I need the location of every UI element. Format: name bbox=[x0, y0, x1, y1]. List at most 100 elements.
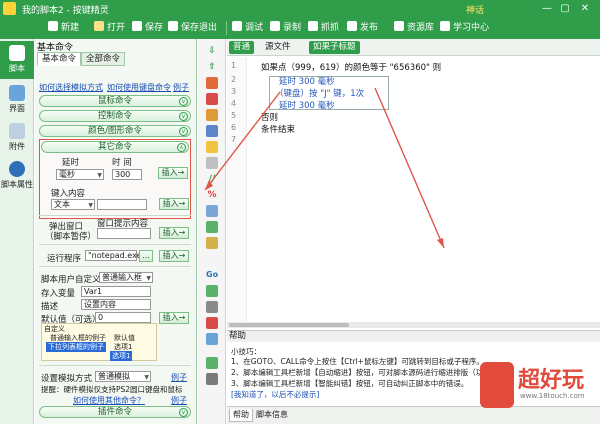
command-panel: 基本命令 基本命令 全部命令 如何选择模拟方式 如何使用键盘命令 例子 鼠标命令… bbox=[35, 39, 197, 424]
record-icon bbox=[270, 21, 280, 31]
left-nav: 脚本 界面 附件 脚本属性 bbox=[0, 39, 34, 424]
user-define-select[interactable]: 普通输入框 ▼ bbox=[99, 272, 153, 283]
record-button[interactable]: 录制 bbox=[270, 20, 301, 36]
copy-icon[interactable] bbox=[206, 125, 218, 137]
chevron-down-icon: ∨ bbox=[179, 408, 188, 417]
help-tip-line: 1、在GOTO、CALL命令上按住【Ctrl+鼠标左键】可跳转到目标或子程序。 bbox=[231, 357, 484, 366]
other-commands-button[interactable]: 其它命令 ∧ bbox=[41, 141, 189, 153]
tab-basic-commands[interactable]: 基本命令 bbox=[37, 52, 82, 66]
tab-normal-view[interactable]: 普通 bbox=[229, 41, 255, 54]
code-line[interactable]: 条件结束 bbox=[261, 123, 295, 135]
image-icon[interactable] bbox=[206, 357, 218, 369]
grab-icon bbox=[308, 21, 318, 31]
save-exit-button[interactable]: 保存退出 bbox=[168, 20, 217, 36]
save-var-input[interactable]: Var1 bbox=[81, 286, 151, 297]
script-editor[interactable]: 1 2 3 4 5 6 7 如果点（999，619）的颜色等于 "656360"… bbox=[227, 57, 600, 322]
control-commands-button[interactable]: 控制命令 ∨ bbox=[39, 110, 191, 122]
code-line[interactable]: （键盘）按 "J" 键，1次 bbox=[275, 87, 364, 99]
insert-user-define-button[interactable]: 插入→ bbox=[159, 312, 189, 324]
popup-content-input[interactable] bbox=[97, 228, 151, 239]
delay-unit-select[interactable]: 毫秒 ▼ bbox=[56, 169, 104, 180]
link-example[interactable]: 例子 bbox=[173, 82, 189, 93]
desc-input[interactable]: 设置内容 bbox=[81, 299, 151, 310]
line-number: 6 bbox=[231, 123, 237, 132]
key-input-field[interactable] bbox=[97, 199, 147, 210]
code-line[interactable]: 延时 300 毫秒 bbox=[279, 75, 335, 87]
link-keyboard-cmd[interactable]: 如何使用键盘命令 bbox=[107, 82, 171, 93]
save-button[interactable]: 保存 bbox=[132, 20, 163, 36]
chevron-up-icon: ∧ bbox=[177, 143, 186, 152]
comment-icon[interactable]: // bbox=[206, 173, 218, 185]
plugin-help-link[interactable]: 如何使用其他命令？ bbox=[73, 395, 145, 406]
dismiss-tip-link[interactable]: [我知道了，以后不必提示] bbox=[231, 389, 319, 400]
tab-help[interactable]: 帮助 bbox=[229, 409, 253, 422]
run-program-input[interactable]: "notepad.exe" bbox=[85, 250, 145, 261]
minimize-button[interactable]: — bbox=[540, 2, 554, 15]
tab-source-view[interactable]: 源文件 bbox=[261, 41, 295, 54]
plugin-commands-button[interactable]: 插件命令 ∨ bbox=[39, 406, 191, 418]
sim-mode-example-link[interactable]: 例子 bbox=[171, 372, 187, 383]
delay-time-input[interactable]: 300 bbox=[112, 169, 142, 180]
undo-icon[interactable] bbox=[206, 109, 218, 121]
divider bbox=[39, 365, 191, 366]
browse-button[interactable]: ... bbox=[139, 250, 153, 262]
tab-all-commands[interactable]: 全部命令 bbox=[81, 52, 126, 66]
insert-popup-button[interactable]: 插入→ bbox=[159, 227, 189, 239]
help-tip-line: 3、脚本编辑工具栏新增【智能纠错】按钮，可自动纠正脚本中的错误。 bbox=[231, 379, 469, 388]
open-button[interactable]: 打开 bbox=[94, 20, 125, 36]
uncomment-icon[interactable]: % bbox=[206, 189, 218, 201]
debug-button[interactable]: 调试 bbox=[232, 20, 263, 36]
vip-badge[interactable]: 神话 bbox=[466, 3, 484, 16]
sim-mode-tip: 提醒：硬件模拟仅支持PS2圆口键盘和鼠标 bbox=[41, 385, 183, 394]
blank-icon[interactable] bbox=[206, 157, 218, 169]
insert-run-button[interactable]: 插入→ bbox=[159, 250, 189, 262]
cut-icon[interactable] bbox=[206, 77, 218, 89]
maximize-button[interactable]: ▢ bbox=[558, 2, 572, 15]
format-icon[interactable] bbox=[206, 301, 218, 313]
arrow-up-icon[interactable]: ⇧ bbox=[206, 61, 218, 73]
indent-icon[interactable] bbox=[206, 205, 218, 217]
code-line[interactable]: 延时 300 毫秒 bbox=[279, 99, 335, 111]
mouse-commands-button[interactable]: 鼠标命令 ∨ bbox=[39, 95, 191, 107]
scrollbar-thumb[interactable] bbox=[229, 323, 349, 327]
auto-indent-icon[interactable] bbox=[206, 285, 218, 297]
attachment-icon bbox=[9, 123, 25, 139]
subtitle-tag[interactable]: 如果子标题 bbox=[309, 41, 360, 54]
outdent-icon[interactable] bbox=[206, 221, 218, 233]
editor-horizontal-scrollbar[interactable] bbox=[227, 322, 600, 328]
editor-tabs: 普通 源文件 如果子标题 bbox=[227, 39, 600, 56]
nav-item-ui[interactable]: 界面 bbox=[0, 81, 34, 119]
tab-script-info[interactable]: 脚本信息 bbox=[253, 409, 291, 422]
insert-key-button[interactable]: 插入→ bbox=[159, 198, 189, 210]
library-button[interactable]: 资源库 bbox=[394, 20, 434, 36]
find-icon[interactable] bbox=[206, 333, 218, 345]
plugin-example-link[interactable]: 例子 bbox=[171, 395, 187, 406]
chevron-down-icon: ∨ bbox=[179, 112, 188, 121]
arrow-down-icon[interactable]: ⇩ bbox=[206, 45, 218, 57]
goto-icon[interactable]: Go bbox=[206, 269, 218, 281]
delete-icon[interactable] bbox=[206, 93, 218, 105]
settings-icon[interactable] bbox=[206, 373, 218, 385]
color-commands-button[interactable]: 颜色/图形命令 ∨ bbox=[39, 125, 191, 137]
link-choose-sim[interactable]: 如何选择模拟方式 bbox=[39, 82, 103, 93]
new-button[interactable]: 新建 bbox=[48, 20, 79, 36]
default-value-input[interactable]: 0 bbox=[95, 312, 151, 323]
nav-item-script[interactable]: 脚本 bbox=[0, 41, 34, 79]
code-line[interactable]: 如果点（999，619）的颜色等于 "656360" 则 bbox=[261, 61, 441, 73]
learning-center-button[interactable]: 学习中心 bbox=[440, 20, 489, 36]
library-icon bbox=[394, 21, 404, 31]
bookmark-icon[interactable] bbox=[206, 237, 218, 249]
code-line[interactable]: 否则 bbox=[261, 111, 278, 123]
nav-item-attachment[interactable]: 附件 bbox=[0, 119, 34, 157]
paste-icon[interactable] bbox=[206, 141, 218, 153]
key-input-select[interactable]: 文本 ▼ bbox=[51, 199, 95, 210]
fix-icon[interactable] bbox=[206, 317, 218, 329]
publish-button[interactable]: 发布 bbox=[347, 20, 378, 36]
grab-button[interactable]: 抓抓 bbox=[308, 20, 339, 36]
close-button[interactable]: ✕ bbox=[578, 2, 592, 15]
insert-delay-button[interactable]: 插入→ bbox=[158, 167, 188, 179]
publish-icon bbox=[347, 21, 357, 31]
sim-mode-select[interactable]: 普通模拟 ▼ bbox=[95, 371, 151, 382]
nav-item-script-properties[interactable]: 脚本属性 bbox=[0, 157, 34, 195]
popup-pause-label: （脚本暂停） bbox=[45, 232, 97, 242]
